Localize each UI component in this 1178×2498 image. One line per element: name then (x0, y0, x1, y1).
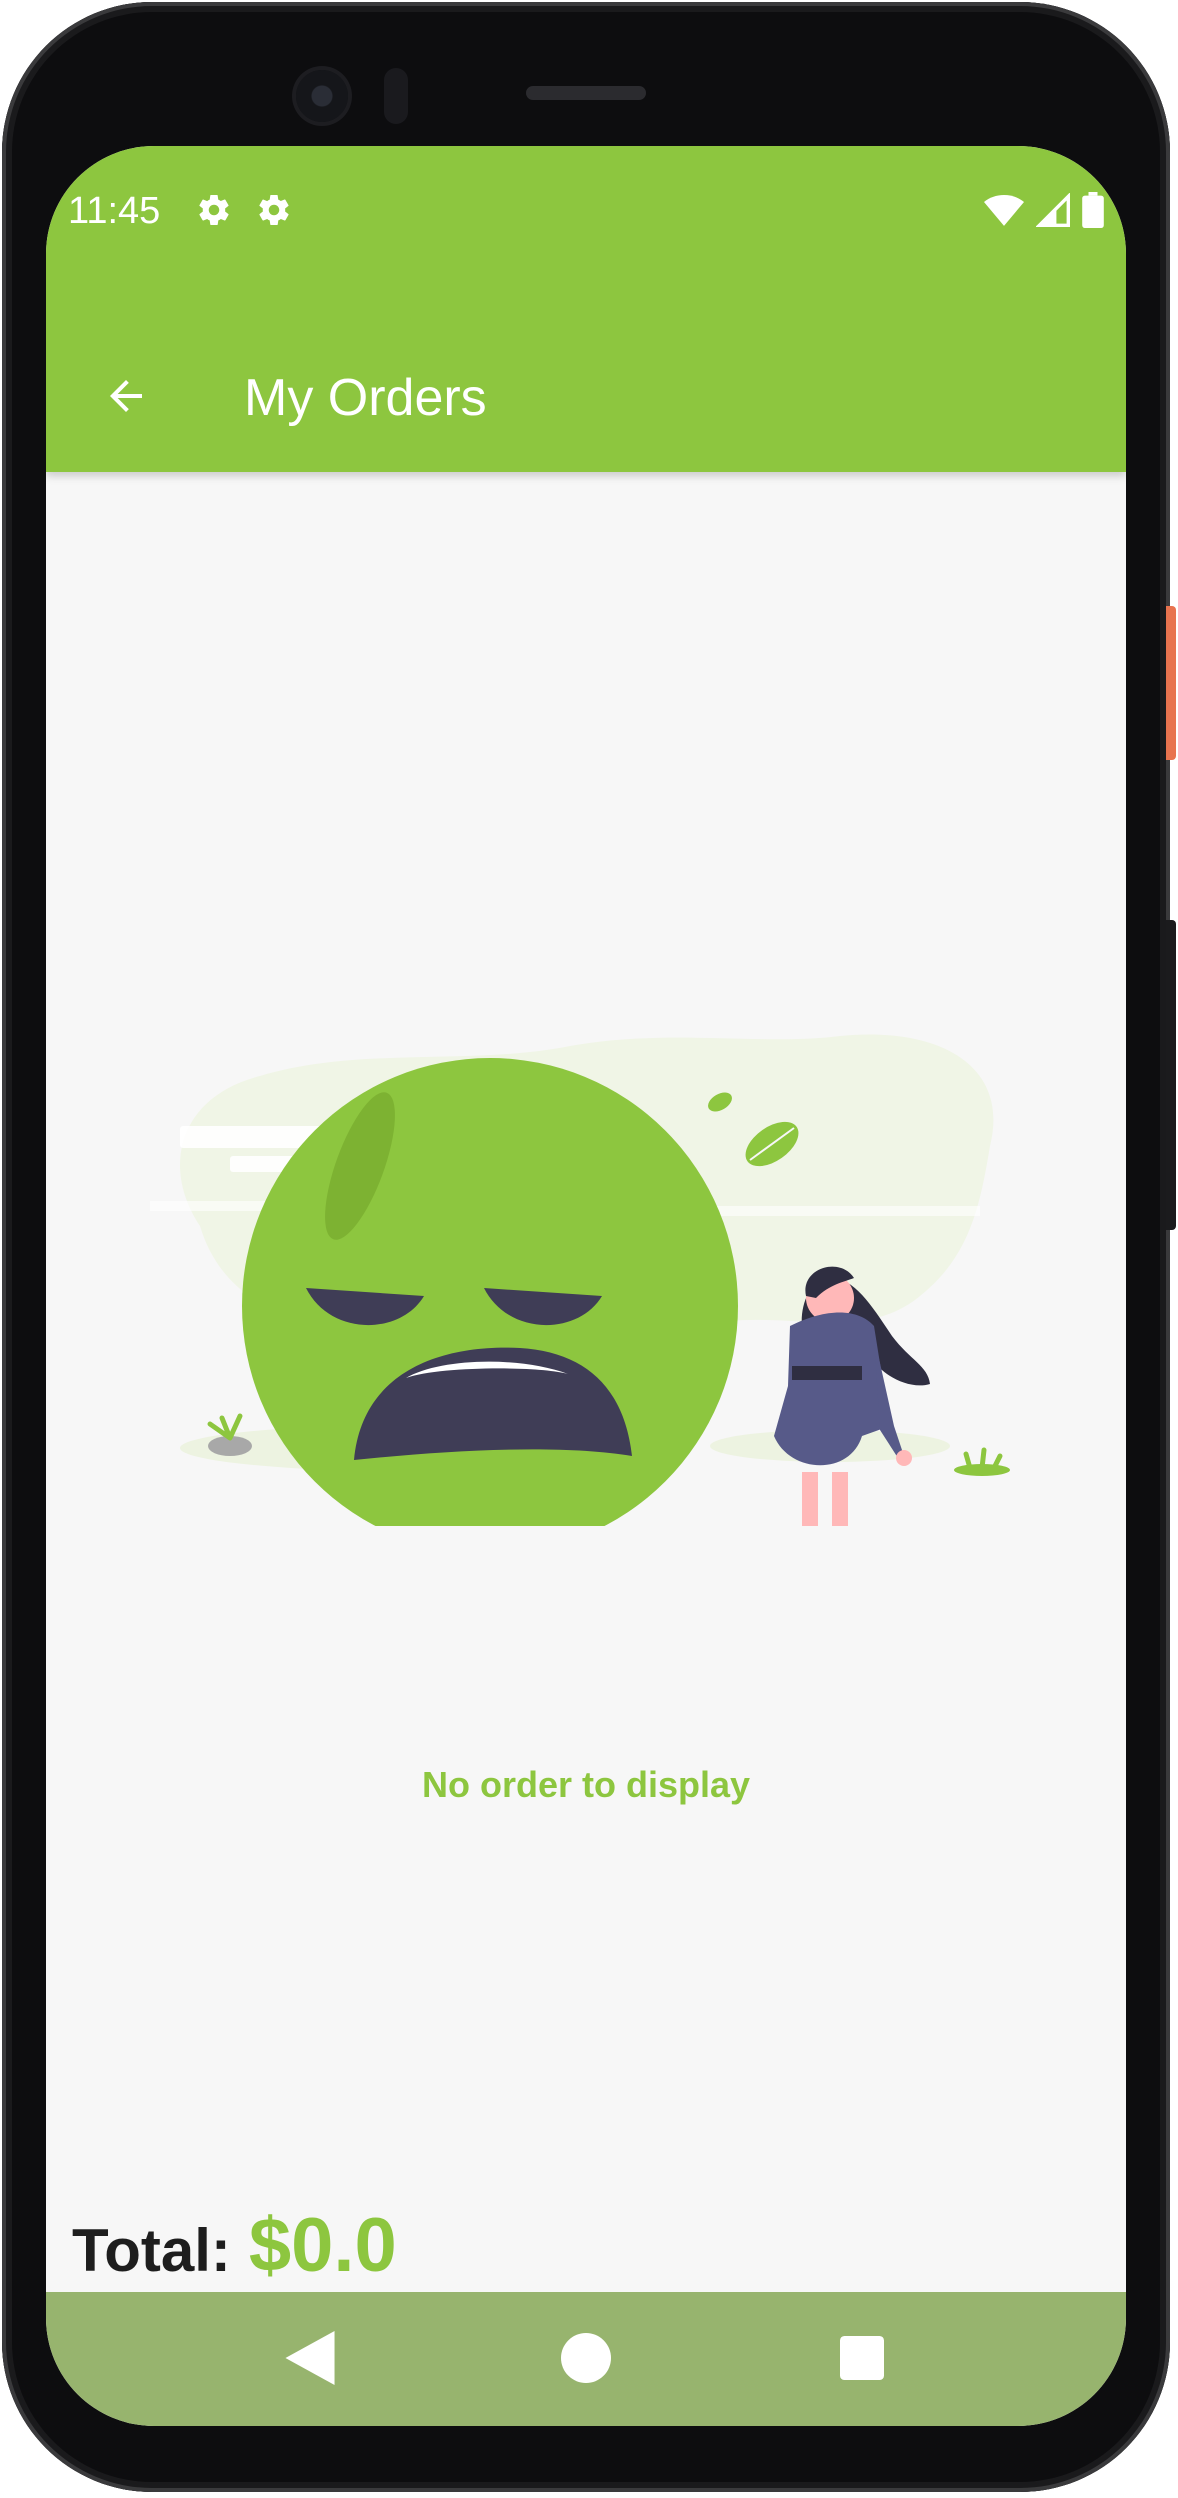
gear-icon (259, 195, 289, 226)
nav-back-button[interactable] (270, 2318, 350, 2398)
battery-icon (1082, 192, 1104, 228)
gear-icon (199, 195, 229, 226)
app-bar: 11:45 My Orders (46, 146, 1126, 472)
total-value: $0.0 (248, 2203, 397, 2288)
wifi-icon (984, 195, 1024, 226)
cell-signal-icon (1036, 193, 1070, 227)
status-icons (984, 192, 1104, 228)
status-time: 11:45 (68, 190, 161, 232)
home-circle-icon (561, 2333, 611, 2383)
total-row: Total: $0.0 (72, 2202, 397, 2289)
power-button (1166, 606, 1176, 760)
proximity-sensor (384, 68, 408, 124)
grass-icon (954, 1447, 1010, 1476)
arrow-left-icon (110, 380, 142, 412)
earpiece-speaker (526, 86, 646, 100)
empty-orders-illustration (150, 1034, 1010, 1526)
nav-home-button[interactable] (546, 2318, 626, 2398)
screen: 11:45 My Orders No order to display Tota… (46, 146, 1126, 2426)
total-label: Total: (72, 2217, 231, 2284)
system-nav-bar (46, 2292, 1126, 2426)
recents-square-icon (840, 2336, 884, 2380)
front-camera (296, 70, 348, 122)
empty-state-message: No order to display (421, 1764, 751, 1805)
page-title: My Orders (244, 369, 487, 427)
back-triangle-icon (285, 2331, 335, 2385)
nav-recents-button[interactable] (822, 2318, 902, 2398)
volume-button (1166, 920, 1176, 1230)
back-button[interactable] (96, 366, 156, 426)
phone-device: 11:45 My Orders No order to display Tota… (0, 0, 1178, 2498)
